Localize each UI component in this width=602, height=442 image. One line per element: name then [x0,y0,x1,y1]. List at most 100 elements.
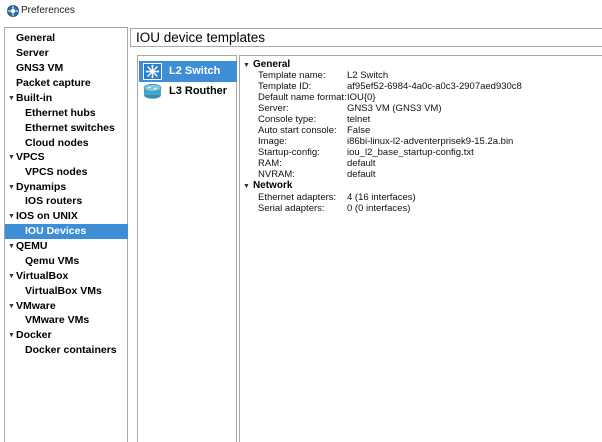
prop-key: Template name: [258,70,326,81]
prop-key: Serial adapters: [258,203,325,214]
sidebar-item-qemu-vms[interactable]: Qemu VMs [5,254,128,269]
prop-value: i86bi-linux-l2-adventerprisek9-15.2a.bin [347,136,514,147]
prop-value: False [347,125,371,136]
sidebar-item-label: IOU Devices [25,225,87,237]
prop-value: default [347,169,376,180]
prop-row-ram: RAM: default [258,158,598,169]
prop-row-nvram: NVRAM: default [258,169,598,180]
sidebar-item-packet-capture[interactable]: Packet capture [5,76,128,91]
window-title: Preferences [21,5,75,16]
sidebar-item-vmware[interactable]: ▼ VMware [5,299,128,314]
sidebar-item-label: VPCS nodes [25,166,88,178]
prop-row-auto-start-console: Auto start console: False [258,125,598,136]
section-network[interactable]: ▼ Network [243,180,292,192]
expand-arrow-icon[interactable]: ▼ [8,91,15,106]
sidebar-item-ios-on-unix[interactable]: ▼ IOS on UNIX [5,209,128,224]
title-bar: Preferences [0,0,602,24]
expand-arrow-icon[interactable]: ▼ [8,269,15,284]
sidebar-item-server[interactable]: Server [5,46,128,61]
prop-row-template-name: Template name: L2 Switch [258,70,598,81]
sidebar-item-label: VMware VMs [25,314,90,326]
prop-row-serial-adapters: Serial adapters: 0 (0 interfaces) [258,203,598,214]
sidebar-item-ethernet-switches[interactable]: Ethernet switches [5,121,128,136]
sidebar-item-ios-routers[interactable]: IOS routers [5,194,128,209]
prop-row-template-id: Template ID: af95ef52-6984-4a0c-a0c3-2907… [258,81,598,92]
sidebar-item-virtualbox[interactable]: ▼ VirtualBox [5,269,128,284]
expand-arrow-icon[interactable]: ▼ [8,180,15,195]
sidebar-item-cloud-nodes[interactable]: Cloud nodes [5,136,128,151]
sidebar-item-label: VirtualBox [16,270,69,282]
sidebar-item-vmware-vms[interactable]: VMware VMs [5,313,128,328]
template-item-l2-switch[interactable]: L2 Switch [139,61,237,82]
expand-arrow-icon[interactable]: ▼ [8,150,15,165]
sidebar-item-label: VMware [16,300,56,312]
expand-arrow-icon[interactable]: ▼ [8,299,15,314]
page-title: IOU device templates [136,30,266,45]
expand-arrow-icon[interactable]: ▼ [243,183,250,190]
sidebar-item-label: Server [16,47,49,59]
expand-arrow-icon[interactable]: ▼ [8,209,15,224]
template-item-l3-router[interactable]: L3 Routher [139,81,237,102]
sidebar-item-label: Qemu VMs [25,255,80,267]
prop-value: 4 (16 interfaces) [347,192,416,203]
prop-value: GNS3 VM (GNS3 VM) [347,103,442,114]
sidebar-item-vpcs-nodes[interactable]: VPCS nodes [5,165,128,180]
prop-value: iou_l2_base_startup-config.txt [347,147,474,158]
sidebar-item-label: VirtualBox VMs [25,285,102,297]
sidebar-item-docker-containers[interactable]: Docker containers [5,343,128,358]
sidebar-item-built-in[interactable]: ▼ Built-in [5,91,128,106]
template-details-tree[interactable]: ▼ General Template name: L2 Switch Templat… [239,55,602,442]
sidebar-item-label: GNS3 VM [16,62,64,74]
sidebar-item-iou-devices[interactable]: IOU Devices [5,224,128,239]
prop-value: IOU{0} [347,92,376,103]
prop-key: Server: [258,103,289,114]
prop-row-startup-config: Startup-config: iou_l2_base_startup-confi… [258,147,598,158]
sidebar-item-virtualbox-vms[interactable]: VirtualBox VMs [5,284,128,299]
sidebar-item-label: Dynamips [16,181,67,193]
prop-key: RAM: [258,158,282,169]
sidebar-item-dynamips[interactable]: ▼ Dynamips [5,180,128,195]
sidebar-item-label: Docker [16,329,52,341]
prop-value: L2 Switch [347,70,389,81]
template-list[interactable]: L2 Switch L3 Routher [137,55,237,442]
prop-value: af95ef52-6984-4a0c-a0c3-2907aed930c8 [347,81,522,92]
prop-key: Image: [258,136,288,147]
sidebar-item-label: IOS routers [25,195,83,207]
prop-key: NVRAM: [258,169,295,180]
prop-key: Startup-config: [258,147,320,158]
expand-arrow-icon[interactable]: ▼ [243,62,250,69]
sidebar-item-label: Cloud nodes [25,137,89,149]
sidebar-item-label: Docker containers [25,344,117,356]
prop-key: Console type: [258,114,317,125]
sidebar-item-general[interactable]: General [5,31,128,46]
prop-value: 0 (0 interfaces) [347,203,411,214]
sidebar-item-vpcs[interactable]: ▼ VPCS [5,150,128,165]
sidebar-item-qemu[interactable]: ▼ QEMU [5,239,128,254]
section-title: General [252,59,291,70]
sidebar-item-label: Ethernet switches [25,122,115,134]
prop-key: Ethernet adapters: [258,192,337,203]
prop-value: default [347,158,376,169]
template-item-label: L2 Switch [169,65,221,77]
prop-row-ethernet-adapters: Ethernet adapters: 4 (16 interfaces) [258,192,598,203]
sidebar-item-gns3-vm[interactable]: GNS3 VM [5,61,128,76]
switch-icon [143,63,162,80]
prop-row-server: Server: GNS3 VM (GNS3 VM) [258,103,598,114]
sidebar-item-label: Ethernet hubs [25,107,96,119]
prop-row-image: Image: i86bi-linux-l2-adventerprisek9-15.… [258,136,598,147]
sidebar-item-ethernet-hubs[interactable]: Ethernet hubs [5,106,128,121]
template-item-label: L3 Routher [169,85,228,97]
expand-arrow-icon[interactable]: ▼ [8,328,15,343]
sidebar-item-docker[interactable]: ▼ Docker [5,328,128,343]
sidebar-item-label: Packet capture [16,77,91,89]
sidebar-item-label: QEMU [16,240,48,252]
expand-arrow-icon[interactable]: ▼ [8,239,15,254]
sidebar-item-label: Built-in [16,92,53,104]
prop-row-console-type: Console type: telnet [258,114,598,125]
prop-value: telnet [347,114,371,125]
prop-row-default-name-format: Default name format: IOU{0} [258,92,598,103]
section-title: Network [252,180,293,191]
router-icon [143,83,162,99]
preferences-sidebar-tree[interactable]: General Server GNS3 VM Packet capture ▼ B… [4,27,128,442]
prop-key: Template ID: [258,81,312,92]
